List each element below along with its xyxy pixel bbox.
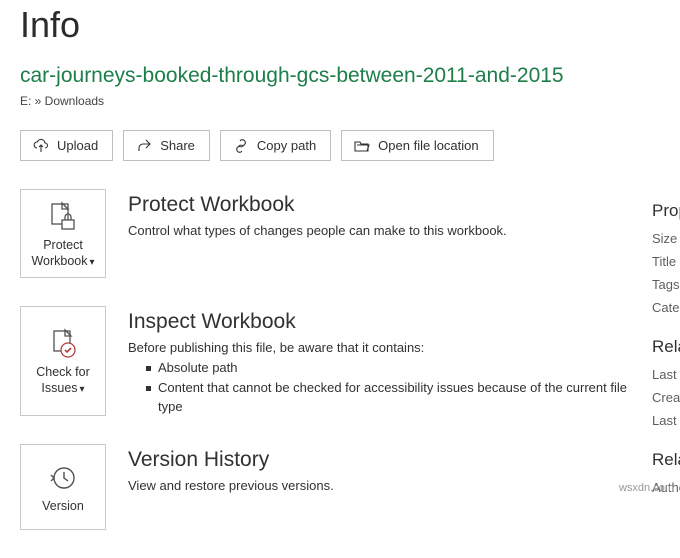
- chevron-down-icon: ▾: [80, 384, 85, 395]
- inspect-workbook-title: Inspect Workbook: [128, 310, 652, 334]
- breadcrumb: E: » Downloads: [20, 94, 680, 108]
- open-file-location-button[interactable]: Open file location: [341, 130, 493, 161]
- page-title: Info: [20, 4, 680, 46]
- related-dates-heading: Related Dates: [652, 337, 680, 357]
- list-item: Content that cannot be checked for acces…: [146, 379, 652, 415]
- version-history-button[interactable]: Version: [20, 444, 106, 530]
- history-icon: [48, 461, 78, 495]
- check-for-issues-button-label: Check for Issues▾: [36, 365, 90, 396]
- share-label: Share: [160, 138, 195, 153]
- link-icon: [233, 139, 249, 153]
- list-item: Absolute path: [146, 359, 652, 377]
- related-people-heading: Related People: [652, 450, 680, 470]
- file-name: car-journeys-booked-through-gcs-between-…: [20, 64, 680, 88]
- share-icon: [136, 139, 152, 153]
- prop-size: Size: [652, 231, 680, 246]
- prop-last-modified: Last Modified: [652, 367, 680, 382]
- copy-path-button[interactable]: Copy path: [220, 130, 331, 161]
- version-history-button-label: Version: [42, 499, 84, 515]
- copy-path-label: Copy path: [257, 138, 316, 153]
- prop-tags: Tags: [652, 277, 680, 292]
- document-check-icon: [47, 327, 79, 361]
- share-button[interactable]: Share: [123, 130, 210, 161]
- version-history-desc: View and restore previous versions.: [128, 478, 652, 493]
- inspect-issues-list: Absolute path Content that cannot be che…: [128, 359, 652, 416]
- open-file-location-label: Open file location: [378, 138, 478, 153]
- prop-categories: Categories: [652, 300, 680, 315]
- upload-button[interactable]: Upload: [20, 130, 113, 161]
- properties-heading: Properties: [652, 201, 680, 221]
- check-for-issues-button[interactable]: Check for Issues▾: [20, 306, 106, 416]
- protect-workbook-section: Protect Workbook▾ Protect Workbook Contr…: [20, 189, 652, 278]
- properties-panel: Properties Size Title Tags Categories Re…: [652, 189, 680, 558]
- folder-open-icon: [354, 139, 370, 153]
- protect-workbook-desc: Control what types of changes people can…: [128, 223, 652, 238]
- cloud-upload-icon: [33, 139, 49, 153]
- lock-document-icon: [47, 200, 79, 234]
- protect-workbook-button[interactable]: Protect Workbook▾: [20, 189, 106, 278]
- version-history-section: Version Version History View and restore…: [20, 444, 652, 530]
- protect-workbook-title: Protect Workbook: [128, 193, 652, 217]
- toolbar: Upload Share Copy path Open file locatio…: [20, 130, 680, 161]
- watermark: wsxdn.com: [619, 482, 674, 494]
- prop-title: Title: [652, 254, 680, 269]
- inspect-workbook-desc: Before publishing this file, be aware th…: [128, 340, 652, 355]
- chevron-down-icon: ▾: [90, 257, 95, 268]
- inspect-workbook-section: Check for Issues▾ Inspect Workbook Befor…: [20, 306, 652, 416]
- upload-label: Upload: [57, 138, 98, 153]
- prop-created: Created: [652, 390, 680, 405]
- version-history-title: Version History: [128, 448, 652, 472]
- protect-workbook-button-label: Protect Workbook▾: [31, 238, 94, 269]
- prop-last-printed: Last Printed: [652, 413, 680, 428]
